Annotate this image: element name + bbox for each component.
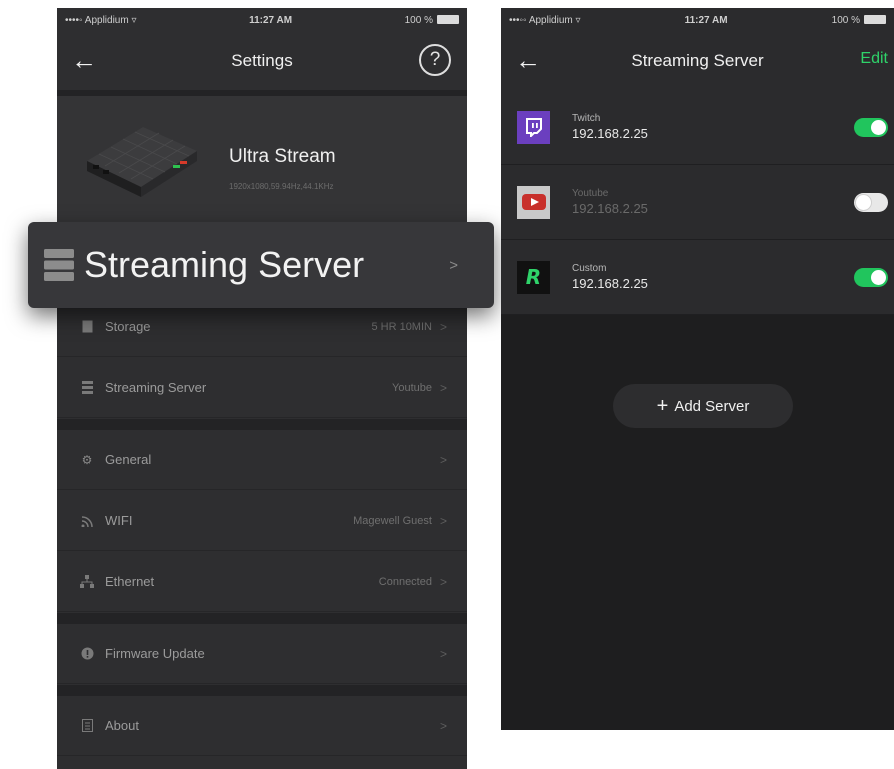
device-card[interactable]: Ultra Stream 1920x1080,59.94Hz,44.1KHz <box>57 96 467 226</box>
device-image <box>87 127 197 197</box>
twitch-toggle[interactable] <box>854 118 888 137</box>
storage-icon <box>79 319 95 335</box>
status-bar: ••••◦ Applidium ▿ 11:27 AM 100 % <box>57 8 467 32</box>
custom-r-icon: R <box>517 260 550 294</box>
battery-label: 100 % <box>831 14 860 26</box>
streaming-server-callout[interactable]: Streaming Server > <box>28 222 494 308</box>
twitch-icon <box>517 110 550 144</box>
toggle-knob <box>856 195 871 210</box>
row-value: Youtube <box>392 381 432 394</box>
row-label: Streaming Server <box>105 380 207 395</box>
row-label: Ethernet <box>105 574 155 589</box>
page-title: Streaming Server <box>631 51 764 70</box>
row-value: 5 HR 10MIN <box>371 320 432 333</box>
add-server-label: Add Server <box>674 397 750 415</box>
youtube-toggle[interactable] <box>854 193 888 212</box>
carrier-label: ••••◦ Applidium ▿ <box>65 14 137 26</box>
battery-icon <box>436 15 459 25</box>
server-row-twitch[interactable]: Twitch 192.168.2.25 <box>501 90 894 165</box>
status-bar: •••◦◦ Applidium ▿ 11:27 AM 100 % <box>501 8 894 32</box>
server-row-custom[interactable]: R Custom 192.168.2.25 <box>501 240 894 315</box>
server-row-youtube[interactable]: Youtube 192.168.2.25 <box>501 165 894 240</box>
settings-row-about[interactable]: About > <box>57 696 467 756</box>
row-label: Firmware Update <box>105 646 205 661</box>
toggle-knob <box>871 120 886 135</box>
server-info: Youtube 192.168.2.25 <box>572 188 648 216</box>
section-divider <box>57 613 467 624</box>
server-info: Twitch 192.168.2.25 <box>572 113 648 141</box>
ethernet-icon <box>79 574 95 590</box>
callout-label: Streaming Server <box>84 244 365 285</box>
device-name: Ultra Stream <box>229 146 336 167</box>
carrier-label: •••◦◦ Applidium ▿ <box>509 14 581 26</box>
server-name: Youtube <box>572 188 609 199</box>
server-info: Custom 192.168.2.25 <box>572 263 648 291</box>
settings-row-wifi[interactable]: WIFI Magewell Guest > <box>57 491 467 551</box>
chevron-right-icon: > <box>439 718 447 733</box>
section-divider <box>57 419 467 430</box>
clock: 11:27 AM <box>684 14 728 26</box>
settings-row-streaming-server[interactable]: Streaming Server Youtube > <box>57 358 467 418</box>
device-spec: 1920x1080,59.94Hz,44.1KHz <box>229 182 334 191</box>
about-icon <box>79 718 95 734</box>
server-ip: 192.168.2.25 <box>572 276 648 291</box>
chevron-right-icon: > <box>439 646 447 661</box>
settings-screen: ••••◦ Applidium ▿ 11:27 AM 100 % ← Setti… <box>57 8 467 769</box>
server-ip: 192.168.2.25 <box>572 126 648 141</box>
plus-icon: + <box>656 395 669 417</box>
chevron-right-icon: > <box>439 380 447 395</box>
battery-label: 100 % <box>404 14 433 26</box>
server-icon <box>44 249 74 281</box>
update-icon <box>79 646 95 662</box>
page-title: Settings <box>231 51 293 70</box>
nav-bar: ← Streaming Server Edit <box>501 32 894 90</box>
server-list: Twitch 192.168.2.25 Youtube 192.168.2.25… <box>501 90 894 315</box>
add-server-button[interactable]: + Add Server <box>613 384 793 428</box>
settings-row-ethernet[interactable]: Ethernet Connected > <box>57 552 467 612</box>
wifi-icon <box>79 513 95 529</box>
row-label: General <box>105 452 152 467</box>
streaming-server-screen: •••◦◦ Applidium ▿ 11:27 AM 100 % ← Strea… <box>501 8 894 730</box>
row-value: Connected <box>378 575 432 588</box>
server-icon <box>79 380 95 396</box>
back-arrow-icon[interactable]: ← <box>71 45 97 75</box>
battery-indicator: 100 % <box>405 15 459 26</box>
row-label: About <box>105 718 139 733</box>
nav-bar: ← Settings ? <box>57 32 467 90</box>
server-name: Twitch <box>572 113 601 124</box>
settings-row-general[interactable]: ⚙ General > <box>57 430 467 490</box>
edit-button[interactable]: Edit <box>860 50 888 68</box>
row-label: WIFI <box>105 513 133 528</box>
help-icon[interactable]: ? <box>419 44 451 76</box>
row-label: Storage <box>105 319 151 334</box>
chevron-right-icon: > <box>439 574 447 589</box>
chevron-right-icon: > <box>449 256 458 274</box>
gear-icon: ⚙ <box>81 452 93 467</box>
server-name: Custom <box>572 263 607 274</box>
chevron-right-icon: > <box>439 319 447 334</box>
custom-toggle[interactable] <box>854 268 888 287</box>
back-arrow-icon[interactable]: ← <box>515 45 541 75</box>
toggle-knob <box>871 270 886 285</box>
battery-indicator: 100 % <box>832 15 886 26</box>
row-value: Magewell Guest <box>353 514 432 527</box>
chevron-right-icon: > <box>439 452 447 467</box>
battery-icon <box>864 15 886 25</box>
youtube-icon <box>517 185 550 219</box>
settings-row-firmware-update[interactable]: Firmware Update > <box>57 624 467 684</box>
chevron-right-icon: > <box>439 513 447 528</box>
server-ip: 192.168.2.25 <box>572 201 648 216</box>
section-divider <box>57 685 467 696</box>
clock: 11:27 AM <box>249 14 293 26</box>
